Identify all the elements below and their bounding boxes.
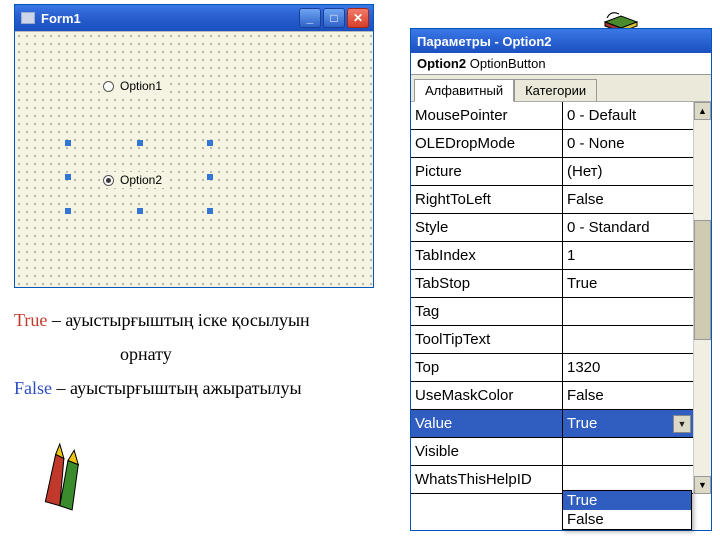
property-value[interactable]: False — [563, 186, 693, 213]
form1-titlebar[interactable]: Form1 _ □ ✕ — [15, 5, 373, 31]
tab-alphabetical[interactable]: Алфавитный — [414, 79, 514, 102]
property-row[interactable]: Style0 - Standard — [411, 214, 693, 242]
property-value[interactable] — [563, 326, 693, 353]
form1-window: Form1 _ □ ✕ Option1 Option2 — [14, 4, 374, 288]
properties-window: Параметры - Option2 Option2 OptionButton… — [410, 28, 712, 531]
property-row[interactable]: ToolTipText — [411, 326, 693, 354]
property-row[interactable]: RightToLeftFalse — [411, 186, 693, 214]
properties-title[interactable]: Параметры - Option2 — [411, 29, 711, 53]
radio-checked-icon — [103, 175, 114, 186]
properties-tabs: Алфавитный Категории — [411, 75, 711, 102]
crayons-doodle-icon — [36, 442, 100, 514]
property-name: Style — [411, 214, 563, 241]
property-value[interactable] — [563, 438, 693, 465]
tab-categories[interactable]: Категории — [514, 79, 597, 102]
dropdown-arrow-icon[interactable]: ▼ — [673, 415, 691, 433]
property-value[interactable]: 1 — [563, 242, 693, 269]
scroll-thumb[interactable] — [694, 220, 711, 340]
properties-grid[interactable]: MousePointer0 - DefaultOLEDropMode0 - No… — [411, 102, 693, 494]
true-word: True — [14, 310, 47, 330]
property-row[interactable]: Top1320 — [411, 354, 693, 382]
option2-radio[interactable]: Option2 — [101, 172, 164, 188]
property-name: Visible — [411, 438, 563, 465]
property-name: Tag — [411, 298, 563, 325]
dropdown-option-false[interactable]: False — [563, 510, 691, 529]
property-name: OLEDropMode — [411, 130, 563, 157]
close-button[interactable]: ✕ — [347, 8, 369, 28]
property-row[interactable]: ValueTrue▼ — [411, 410, 693, 438]
property-row[interactable]: Picture(Нет) — [411, 158, 693, 186]
property-row[interactable]: OLEDropMode0 - None — [411, 130, 693, 158]
property-name: MousePointer — [411, 102, 563, 129]
properties-object-selector[interactable]: Option2 OptionButton — [411, 53, 711, 75]
property-value[interactable] — [563, 466, 693, 493]
property-name: ToolTipText — [411, 326, 563, 353]
form1-designer-surface[interactable]: Option1 Option2 — [15, 31, 373, 287]
property-row[interactable]: Tag — [411, 298, 693, 326]
property-name: RightToLeft — [411, 186, 563, 213]
value-dropdown[interactable]: True False — [562, 490, 692, 530]
minimize-button[interactable]: _ — [299, 8, 321, 28]
property-value[interactable]: 0 - Default — [563, 102, 693, 129]
option2-label: Option2 — [120, 173, 162, 187]
caption-line2: орнату — [120, 344, 172, 365]
scroll-up-button[interactable]: ▲ — [694, 102, 711, 120]
property-value[interactable]: 1320 — [563, 354, 693, 381]
property-name: Value — [411, 410, 563, 437]
radio-icon — [103, 81, 114, 92]
property-name: WhatsThisHelpID — [411, 466, 563, 493]
false-word: False — [14, 378, 52, 398]
property-value[interactable]: 0 - Standard — [563, 214, 693, 241]
true-rest: – ауыстырғыштың іске қосылуын — [47, 310, 309, 330]
option1-label: Option1 — [120, 79, 162, 93]
property-value[interactable]: True▼ — [563, 410, 693, 437]
form1-title: Form1 — [41, 11, 299, 26]
property-row[interactable]: TabStopTrue — [411, 270, 693, 298]
property-row[interactable]: TabIndex1 — [411, 242, 693, 270]
property-value[interactable]: 0 - None — [563, 130, 693, 157]
property-value[interactable]: (Нет) — [563, 158, 693, 185]
properties-scrollbar[interactable]: ▲ ▼ — [693, 102, 711, 494]
property-name: TabStop — [411, 270, 563, 297]
property-name: Top — [411, 354, 563, 381]
property-value[interactable] — [563, 298, 693, 325]
property-value[interactable]: False — [563, 382, 693, 409]
property-name: TabIndex — [411, 242, 563, 269]
false-rest: – ауыстырғыштың ажыратылуы — [52, 378, 302, 398]
form-icon — [21, 12, 35, 24]
option1-radio[interactable]: Option1 — [101, 78, 164, 94]
scroll-down-button[interactable]: ▼ — [694, 476, 711, 494]
maximize-button[interactable]: □ — [323, 8, 345, 28]
caption-line3: False – ауыстырғыштың ажыратылуы — [14, 378, 302, 399]
property-name: Picture — [411, 158, 563, 185]
property-value[interactable]: True — [563, 270, 693, 297]
caption-line1: True – ауыстырғыштың іске қосылуын — [14, 310, 310, 331]
property-row[interactable]: MousePointer0 - Default — [411, 102, 693, 130]
dropdown-option-true[interactable]: True — [563, 491, 691, 510]
property-row[interactable]: Visible — [411, 438, 693, 466]
property-name: UseMaskColor — [411, 382, 563, 409]
property-row[interactable]: UseMaskColorFalse — [411, 382, 693, 410]
